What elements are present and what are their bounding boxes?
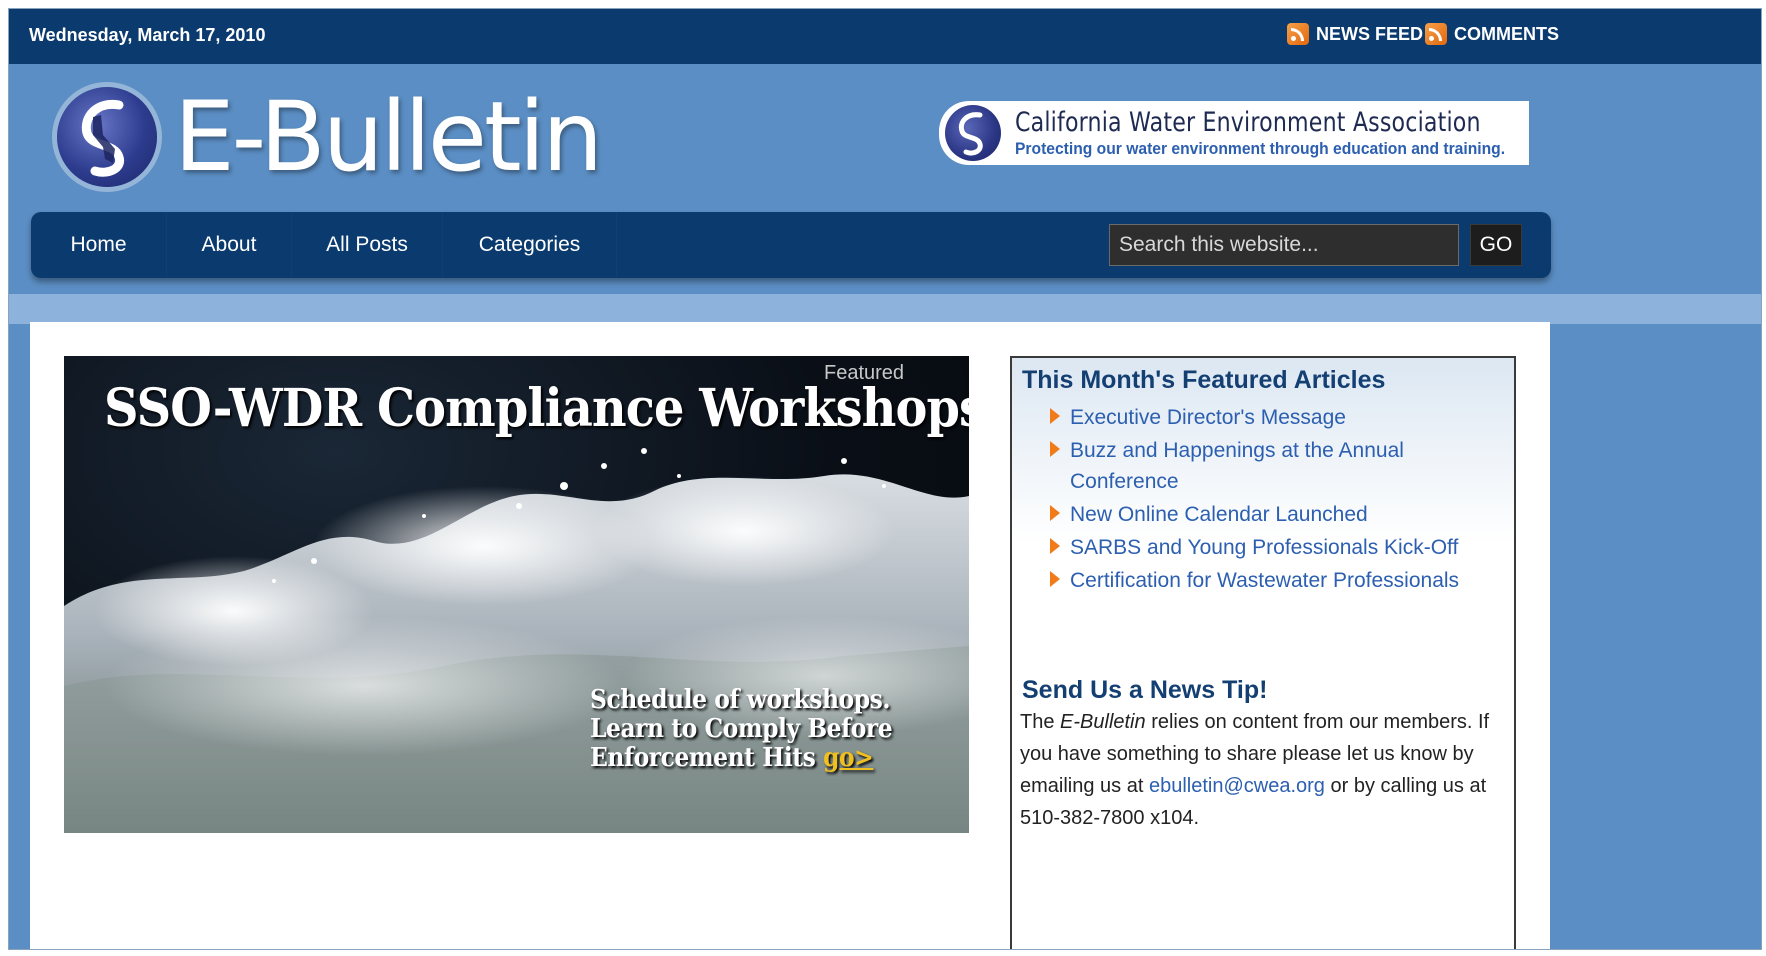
- search-input[interactable]: [1109, 224, 1459, 266]
- org-tagline: Protecting our water environment through…: [1015, 139, 1506, 158]
- caption-line: Learn to Comply Before: [590, 714, 893, 744]
- article-link[interactable]: Executive Director's Message: [1070, 406, 1346, 429]
- nav-item-about[interactable]: About: [167, 212, 292, 278]
- search-go-button[interactable]: GO: [1470, 224, 1522, 266]
- top-bar: Wednesday, March 17, 2010 NEWS FEED COMM…: [9, 9, 1761, 64]
- news-feed-label: NEWS FEED: [1316, 23, 1424, 44]
- news-tip-heading: Send Us a News Tip!: [1022, 676, 1268, 704]
- caption-line: Schedule of workshops.: [590, 685, 891, 715]
- org-name: California Water Environment Association: [1015, 107, 1481, 138]
- tip-publication-name: E-Bulletin: [1060, 711, 1146, 733]
- comments-feed-label: COMMENTS: [1454, 23, 1559, 44]
- list-item: Executive Director's Message: [1046, 402, 1486, 433]
- arrow-right-icon: [1050, 571, 1060, 587]
- list-item: Certification for Wastewater Professiona…: [1046, 565, 1486, 596]
- cwea-banner[interactable]: California Water Environment Association…: [939, 101, 1529, 165]
- article-link[interactable]: SARBS and Young Professionals Kick-Off: [1070, 536, 1458, 559]
- site-title[interactable]: E-Bulletin: [174, 81, 603, 193]
- article-link[interactable]: New Online Calendar Launched: [1070, 503, 1368, 526]
- feature-go-link[interactable]: go>: [823, 743, 874, 773]
- featured-slide[interactable]: Featured SSO-WDR Compliance Workshops Sc…: [64, 356, 969, 833]
- caption-line-3: Enforcement Hits go>: [590, 744, 892, 773]
- page-frame: Wednesday, March 17, 2010 NEWS FEED COMM…: [8, 8, 1762, 950]
- feature-headline[interactable]: SSO-WDR Compliance Workshops: [104, 378, 969, 439]
- sidebar: This Month's Featured Articles Executive…: [1010, 356, 1516, 949]
- nav-item-home[interactable]: Home: [31, 212, 167, 278]
- feature-caption: Schedule of workshops. Learn to Comply B…: [590, 685, 893, 773]
- news-feed-link[interactable]: NEWS FEED: [1287, 23, 1423, 45]
- current-date: Wednesday, March 17, 2010: [29, 25, 266, 45]
- caption-text: Enforcement Hits: [590, 743, 816, 773]
- article-link[interactable]: Buzz and Happenings at the Annual Confer…: [1070, 439, 1404, 493]
- featured-article-list: Executive Director's Message Buzz and Ha…: [1046, 402, 1486, 598]
- arrow-right-icon: [1050, 538, 1060, 554]
- list-item: Buzz and Happenings at the Annual Confer…: [1046, 435, 1486, 497]
- rss-icon: [1425, 23, 1447, 45]
- arrow-right-icon: [1050, 505, 1060, 521]
- email-link[interactable]: ebulletin@cwea.org: [1149, 775, 1325, 797]
- list-item: SARBS and Young Professionals Kick-Off: [1046, 532, 1486, 563]
- featured-articles-heading: This Month's Featured Articles: [1022, 366, 1386, 394]
- list-item: New Online Calendar Launched: [1046, 499, 1486, 530]
- main-nav: Home About All Posts Categories GO: [31, 212, 1551, 278]
- nav-item-categories[interactable]: Categories: [443, 212, 617, 278]
- news-tip-text: The E-Bulletin relies on content from ou…: [1020, 706, 1510, 834]
- tip-text-part: The: [1020, 711, 1061, 733]
- cwea-logo-icon: [945, 105, 1001, 161]
- arrow-right-icon: [1050, 408, 1060, 424]
- main-content: Featured SSO-WDR Compliance Workshops Sc…: [30, 322, 1550, 949]
- nav-item-all-posts[interactable]: All Posts: [292, 212, 443, 278]
- rss-icon: [1287, 23, 1309, 45]
- arrow-right-icon: [1050, 441, 1060, 457]
- article-link[interactable]: Certification for Wastewater Professiona…: [1070, 569, 1459, 592]
- ebulletin-logo-icon[interactable]: [57, 87, 157, 187]
- header-divider: [9, 294, 1761, 324]
- comments-feed-link[interactable]: COMMENTS: [1425, 23, 1559, 45]
